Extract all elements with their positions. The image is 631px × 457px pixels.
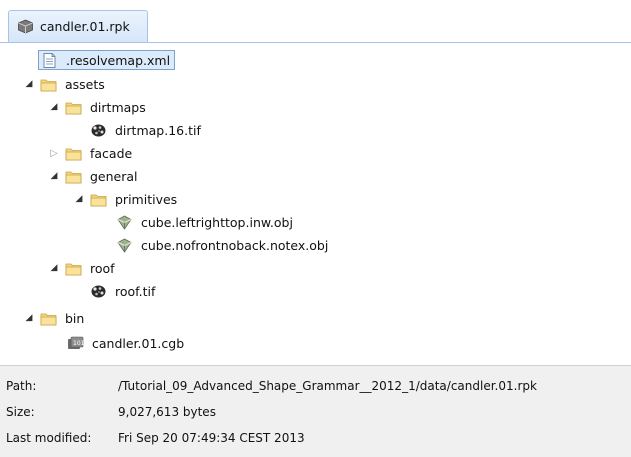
tree-item-roof-tif[interactable]: roof.tif [90,281,155,301]
obj-file-icon [116,238,133,253]
tab-underline [0,42,631,43]
tab-label: candler.01.rpk [40,19,130,34]
info-path-row: Path: /Tutorial_09_Advanced_Shape_Gramma… [6,376,537,396]
tree-item-label: .resolvemap.xml [66,52,171,68]
tree-item-assets[interactable]: ◢ assets [22,74,105,94]
tree-item-label: candler.01.cgb [92,335,185,351]
folder-icon [40,77,57,92]
tree-item-candler-cgb[interactable]: candler.01.cgb [67,333,184,353]
folder-icon [90,192,107,207]
cgb-file-icon [67,336,84,351]
size-value: 9,027,613 bytes [118,405,216,419]
file-tree: .resolvemap.xml ◢ assets ◢ dirtmaps dirt… [0,46,631,366]
expand-arrow-icon[interactable]: ◢ [47,261,61,275]
tree-item-dirtmaps[interactable]: ◢ dirtmaps [47,97,146,117]
tree-item-label: bin [65,310,85,326]
xml-file-icon [41,53,58,68]
expand-arrow-icon[interactable]: ◢ [22,311,36,325]
tree-item-dirtmap-tif[interactable]: dirtmap.16.tif [90,120,201,140]
tree-item-general[interactable]: ◢ general [47,166,138,186]
folder-icon [65,261,82,276]
path-value: /Tutorial_09_Advanced_Shape_Grammar__201… [118,379,537,393]
tree-item-cube-nofrontnoback[interactable]: cube.nofrontnoback.notex.obj [116,235,328,255]
expand-arrow-icon[interactable]: ◢ [47,169,61,183]
file-info-panel: Path: /Tutorial_09_Advanced_Shape_Gramma… [0,366,631,457]
expand-arrow-icon[interactable]: ◢ [47,100,61,114]
tree-item-label: assets [65,76,105,92]
tree-item-primitives[interactable]: ◢ primitives [72,189,178,209]
tree-item-label: roof.tif [115,283,156,299]
tree-item-label: cube.nofrontnoback.notex.obj [141,237,329,253]
folder-icon [65,100,82,115]
folder-icon [65,146,82,161]
texture-file-icon [90,123,107,138]
modified-label: Last modified: [6,431,92,445]
tree-item-label: dirtmaps [90,99,146,115]
tree-item-label: cube.leftrighttop.inw.obj [141,214,293,230]
info-size-row: Size: 9,027,613 bytes [6,402,216,422]
modified-value: Fri Sep 20 07:49:34 CEST 2013 [118,431,305,445]
tab-candler-rpk[interactable]: candler.01.rpk [8,10,148,42]
info-modified-row: Last modified: Fri Sep 20 07:49:34 CEST … [6,428,305,448]
size-label: Size: [6,405,35,419]
path-label: Path: [6,379,37,393]
folder-icon [40,311,57,326]
tab-bar: candler.01.rpk [0,0,631,48]
expand-arrow-icon[interactable]: ◢ [72,192,86,206]
obj-file-icon [116,215,133,230]
tree-item-roof[interactable]: ◢ roof [47,258,115,278]
package-icon [17,19,34,34]
tree-item-label: general [90,168,138,184]
texture-file-icon [90,284,107,299]
folder-icon [65,169,82,184]
tree-item-resolvemap[interactable]: .resolvemap.xml [38,50,176,70]
tree-item-cube-leftrighttop[interactable]: cube.leftrighttop.inw.obj [116,212,293,232]
tree-item-label: facade [90,145,133,161]
expand-arrow-icon[interactable]: ◢ [22,77,36,91]
collapse-arrow-icon[interactable]: ▷ [47,146,61,160]
tree-item-facade[interactable]: ▷ facade [47,143,132,163]
tree-item-label: roof [90,260,115,276]
tree-item-label: primitives [115,191,178,207]
tree-item-bin[interactable]: ◢ bin [22,308,85,328]
tree-item-label: dirtmap.16.tif [115,122,201,138]
